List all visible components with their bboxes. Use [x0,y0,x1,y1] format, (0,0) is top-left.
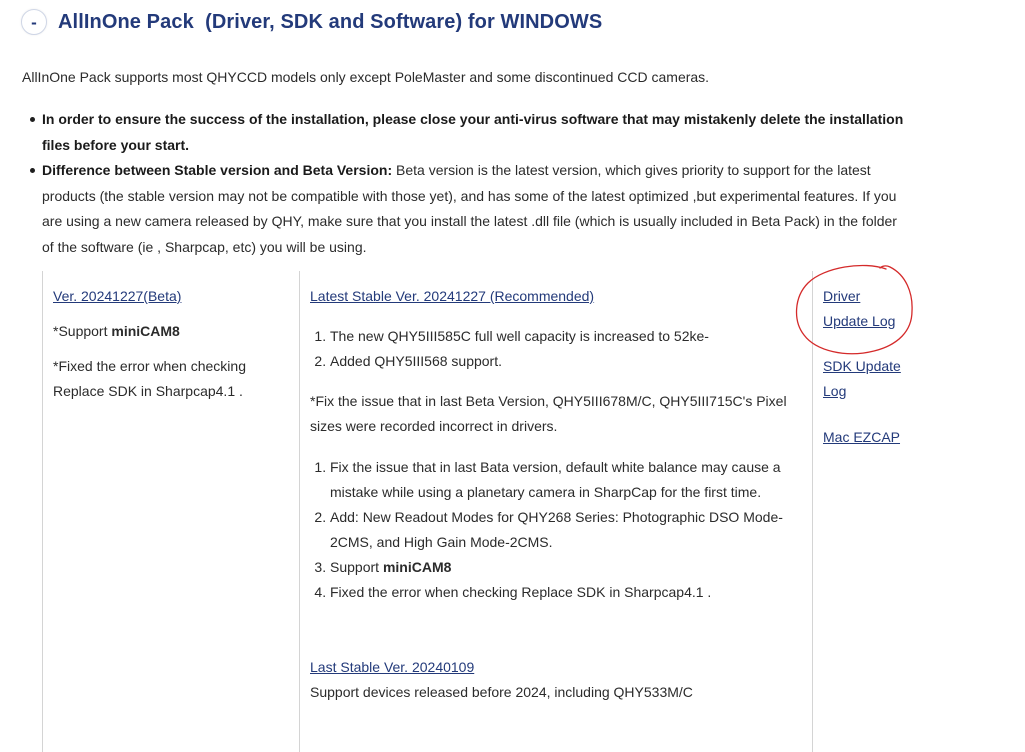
list-item: Support miniCAM8 [330,555,800,580]
sdk-update-log-link[interactable]: SDK Update Log [823,354,923,404]
link-label: Log [823,383,847,399]
bullet-bold-text: In order to ensure the success of the in… [42,111,904,153]
last-stable-note: Support devices released before 2024, in… [310,684,693,700]
stable-version-link[interactable]: Latest Stable Ver. 20241227 (Recommended… [310,288,594,304]
support-prefix: Support [330,559,383,575]
beta-version-link[interactable]: Ver. 20241227(Beta) [53,288,181,304]
support-model: miniCAM8 [382,559,452,575]
list-item: Fixed the error when checking Replace SD… [330,580,800,605]
list-item: The new QHY5III585C full well capacity i… [330,324,800,349]
support-prefix: *Support [53,323,112,339]
section-title: AllInOne Pack (Driver, SDK and Software)… [58,10,603,33]
link-label: Update Log [823,313,896,329]
list-item: In order to ensure the success of the in… [30,107,912,158]
list-item: Add: New Readout Modes for QHY268 Series… [330,505,800,555]
mac-ezcap-link[interactable]: Mac EZCAP [823,425,923,450]
driver-update-log-link[interactable]: Driver Update Log [823,284,923,334]
table-divider [812,271,813,752]
link-label: SDK Update [823,358,901,374]
last-stable-version-link[interactable]: Last Stable Ver. 20240109 [310,659,474,675]
beta-fix-note: *Fixed the error when checking Replace S… [53,358,246,399]
intro-text: AllInOne Pack supports most QHYCCD model… [22,69,710,85]
bullet-bold-text: Difference between Stable version and Be… [42,162,393,178]
list-item: Fix the issue that in last Bata version,… [330,455,800,505]
beta-support-note: *Support miniCAM8 [53,319,283,344]
beta-column: Ver. 20241227(Beta) *Support miniCAM8 *F… [53,284,283,404]
notice-list: In order to ensure the success of the in… [30,107,912,260]
stable-changes-list: The new QHY5III585C full well capacity i… [310,324,800,374]
stable-fixes-list: Fix the issue that in last Bata version,… [310,455,800,605]
link-label: Driver [823,288,861,304]
section-header: - AllInOne Pack (Driver, SDK and Softwar… [21,9,602,35]
list-item: Difference between Stable version and Be… [30,158,912,260]
table-divider [299,271,300,752]
table-divider [42,271,43,752]
stable-fix-note: *Fix the issue that in last Beta Version… [310,393,787,434]
support-model: miniCAM8 [111,323,180,339]
side-links-column: Driver Update Log SDK Update Log Mac EZCAP [823,284,923,450]
stable-column: Latest Stable Ver. 20241227 (Recommended… [310,284,800,705]
list-item: Added QHY5III568 support. [330,349,800,374]
collapse-toggle-button[interactable]: - [21,9,47,35]
